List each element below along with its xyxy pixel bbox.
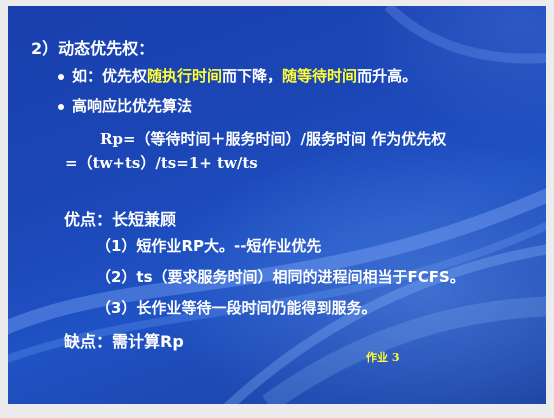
advantage-item-2: （2）ts（要求服务时间）相同的进程间相当于FCFS。 xyxy=(96,268,465,286)
bullet-hrrn-algorithm: 高响应比优先算法 xyxy=(72,97,193,115)
presentation-slide: 2）动态优先权： 如：优先权随执行时间而下降，随等待时间而升高。 高响应比优先算… xyxy=(8,6,546,404)
advantage-title: 优点：长短兼顾 xyxy=(64,210,177,229)
homework-label: 作业 3 xyxy=(366,351,400,364)
screenshot-frame: 2）动态优先权： 如：优先权随执行时间而下降，随等待时间而升高。 高响应比优先算… xyxy=(0,0,554,418)
bullet1-highlight-exec-time: 随执行时间 xyxy=(147,67,223,85)
advantage-item-1: （1）短作业RP大。--短作业优先 xyxy=(96,237,322,255)
formula-line-2: =（tw+ts）/ts=1+ tw/ts xyxy=(65,154,258,172)
disadvantage-text: 缺点：需计算Rp xyxy=(64,332,184,351)
advantage-item-3: （3）长作业等待一段时间仍能得到服务。 xyxy=(96,299,377,317)
bullet1-prefix: 如：优先权 xyxy=(72,67,148,85)
bullet-dot xyxy=(58,74,64,80)
bullet-dynamic-priority: 如：优先权随执行时间而下降，随等待时间而升高。 xyxy=(72,65,417,86)
bullet1-highlight-wait-time: 随等待时间 xyxy=(282,67,358,85)
bullet1-suffix: 而升高。 xyxy=(357,67,418,85)
section-title: 2）动态优先权： xyxy=(31,39,155,58)
bullet-dot xyxy=(58,104,64,110)
bullet1-mid: 而下降， xyxy=(222,67,283,85)
formula-line-1: Rp=（等待时间＋服务时间）/服务时间 作为优先权 xyxy=(100,130,447,148)
